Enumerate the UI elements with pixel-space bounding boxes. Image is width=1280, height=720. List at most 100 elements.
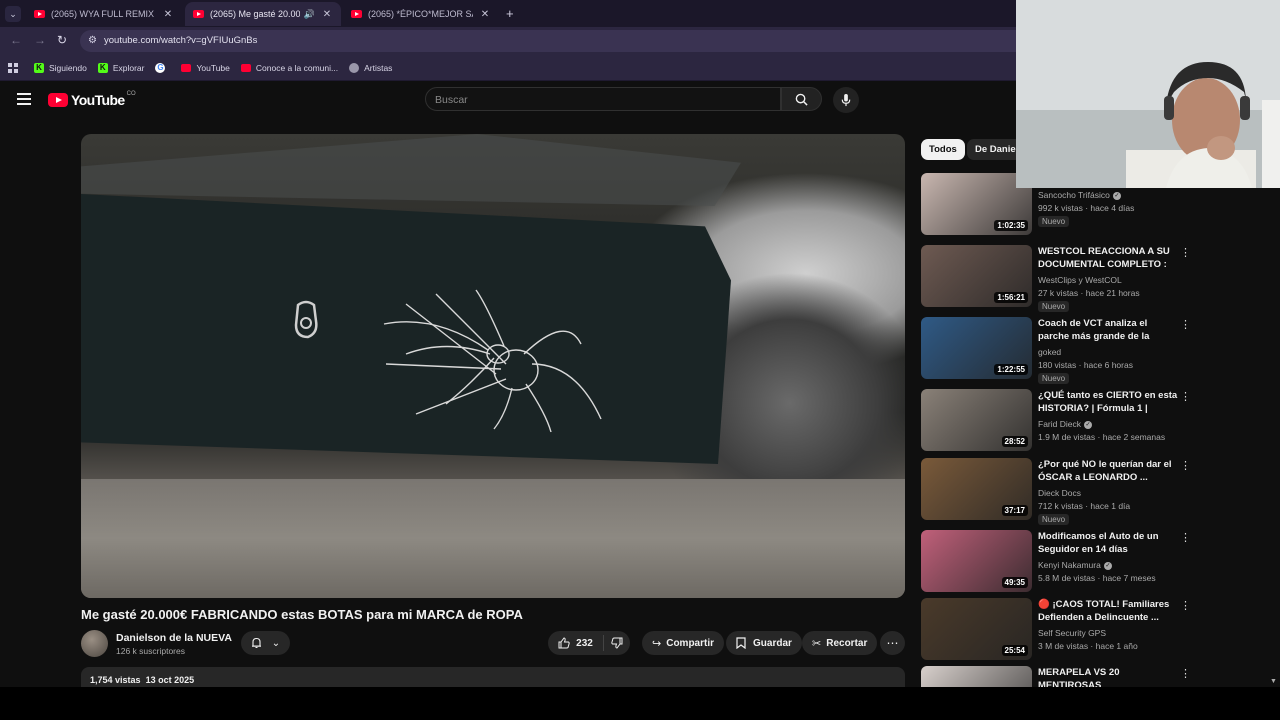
duration-badge: 25:54 <box>1001 645 1028 656</box>
google-icon: G <box>155 62 166 73</box>
scroll-down-arrow-icon[interactable]: ▼ <box>1270 678 1277 685</box>
related-video-item[interactable]: 1:56:21 WESTCOL REACCIONA A SU DOCUMENTAL… <box>921 245 1191 312</box>
share-button[interactable]: ↪ Compartir <box>642 631 725 655</box>
webcam-overlay <box>1016 0 1280 188</box>
more-vertical-icon[interactable]: ⋮ <box>1180 600 1191 612</box>
more-vertical-icon[interactable]: ⋮ <box>1180 391 1191 403</box>
related-video-title[interactable]: ¿Por qué NO le querían dar el ÓSCAR a LE… <box>1038 458 1178 484</box>
tab-wya-remix[interactable]: (2065) WYA FULL REMIX 😊🔵 I ✕ <box>26 2 182 26</box>
youtube-logo[interactable]: YouTube CO <box>48 91 136 108</box>
url-text: youtube.com/watch?v=gVFIUuGnBs <box>104 35 258 46</box>
new-badge: Nuevo <box>1038 373 1070 384</box>
forward-arrow-icon[interactable]: → <box>34 33 46 47</box>
like-button[interactable]: 232 <box>548 635 604 651</box>
bookmark-explorar[interactable]: K Explorar <box>97 62 144 73</box>
globe-icon <box>349 62 360 73</box>
address-bar[interactable]: ⚙ youtube.com/watch?v=gVFIUuGnBs <box>80 30 1016 52</box>
related-video-title[interactable]: Coach de VCT analiza el parche más grand… <box>1038 317 1178 343</box>
more-horizontal-icon: ⋯ <box>886 636 899 650</box>
new-tab-button[interactable]: + <box>506 6 514 21</box>
video-thumbnail[interactable] <box>921 666 1032 687</box>
related-video-item[interactable]: 37:17 ¿Por qué NO le querían dar el ÓSCAR… <box>921 458 1191 525</box>
tab-epico-salto[interactable]: (2065) *ÉPICO*MEJOR SALTO D ✕ <box>343 2 499 26</box>
new-badge: Nuevo <box>1038 301 1070 312</box>
related-video-channel[interactable]: Self Security GPS <box>1038 628 1106 638</box>
channel-name[interactable]: Danielson de la NUEVA <box>116 632 232 644</box>
video-thumbnail[interactable]: 37:17 <box>921 458 1032 520</box>
notifications-button[interactable]: ⌄ <box>241 631 290 655</box>
related-video-item[interactable]: 25:54 🔴 ¡CAOS TOTAL! Familiares Defienden… <box>921 598 1191 664</box>
bookmark-google[interactable]: G <box>155 62 170 73</box>
related-video-meta: 27 k vistas · hace 21 horas <box>1038 288 1140 298</box>
menu-icon[interactable] <box>17 93 31 105</box>
video-thumbnail[interactable]: 1:56:21 <box>921 245 1032 307</box>
more-vertical-icon[interactable]: ⋮ <box>1180 532 1191 544</box>
tab-title: (2065) Me gasté 20.000€ FA <box>210 9 300 19</box>
related-video-title[interactable]: 🔴 ¡CAOS TOTAL! Familiares Defienden a De… <box>1038 598 1178 624</box>
video-thumbnail[interactable]: 1:22:55 <box>921 317 1032 379</box>
browser-toolbar: ← → ↻ ⚙ youtube.com/watch?v=gVFIUuGnBs <box>0 27 1016 55</box>
speaker-icon[interactable]: 🔊 <box>304 9 315 20</box>
more-vertical-icon[interactable]: ⋮ <box>1180 460 1191 472</box>
search-input[interactable]: Buscar <box>425 87 781 111</box>
voice-search-button[interactable] <box>833 87 859 113</box>
chip-todos[interactable]: Todos <box>921 139 965 160</box>
related-video-meta: 3 M de vistas · hace 1 año <box>1038 641 1138 651</box>
video-thumbnail[interactable]: 49:35 <box>921 530 1032 592</box>
related-video-channel[interactable]: Sancocho Trifásico ✓ <box>1038 190 1121 200</box>
related-video-channel[interactable]: goked <box>1038 347 1061 357</box>
bookmark-youtube[interactable]: YouTube <box>181 63 230 73</box>
reload-icon[interactable]: ↻ <box>57 33 67 47</box>
video-thumbnail[interactable]: 25:54 <box>921 598 1032 660</box>
related-video-item[interactable]: 28:52 ¿QUÉ tanto es CIERTO en esta HISTOR… <box>921 389 1191 455</box>
clip-button[interactable]: ✂ Recortar <box>802 631 878 655</box>
bookmark-conoce-comunidad[interactable]: Conoce a la comuni... <box>240 63 338 73</box>
apps-grid-icon[interactable] <box>8 62 18 73</box>
duration-badge: 1:02:35 <box>994 220 1028 231</box>
youtube-icon <box>240 63 251 72</box>
screen: ⌄ (2065) WYA FULL REMIX 😊🔵 I ✕ (2065) Me… <box>0 0 1280 720</box>
youtube-play-icon <box>48 93 68 107</box>
related-video-title[interactable]: WESTCOL REACCIONA A SU DOCUMENTAL COMPLE… <box>1038 245 1178 271</box>
youtube-icon <box>181 63 192 72</box>
more-vertical-icon[interactable]: ⋮ <box>1180 247 1191 259</box>
close-tab-icon[interactable]: ✕ <box>162 9 174 20</box>
related-video-channel[interactable]: WestClips y WestCOL <box>1038 275 1122 285</box>
description-box[interactable]: 1,754 vistas 13 oct 2025 <box>81 667 905 687</box>
bookmark-siguiendo[interactable]: K Siguiendo <box>34 62 87 73</box>
related-video-channel[interactable]: Kenyi Nakamura ✓ <box>1038 560 1112 570</box>
video-thumbnail[interactable]: 28:52 <box>921 389 1032 451</box>
duration-badge: 1:22:55 <box>994 364 1028 375</box>
duration-badge: 28:52 <box>1001 436 1028 447</box>
glove-logo-icon <box>294 300 318 339</box>
more-vertical-icon[interactable]: ⋮ <box>1180 319 1191 331</box>
back-arrow-icon[interactable]: ← <box>10 33 22 47</box>
dislike-button[interactable] <box>604 637 630 649</box>
channel-avatar[interactable] <box>81 630 108 657</box>
new-badge: Nuevo <box>1038 216 1070 227</box>
save-button[interactable]: Guardar <box>726 631 802 655</box>
search-button[interactable] <box>781 87 822 111</box>
logo-wordmark: YouTube <box>71 92 125 108</box>
close-tab-icon[interactable]: ✕ <box>321 9 333 20</box>
related-video-title[interactable]: ¿QUÉ tanto es CIERTO en esta HISTORIA? |… <box>1038 389 1178 415</box>
channel-label: goked <box>1038 347 1062 357</box>
related-video-item[interactable]: 49:35 Modificamos el Auto de un Seguidor … <box>921 530 1191 596</box>
site-info-icon[interactable]: ⚙ <box>88 35 97 46</box>
chevron-down-icon: ⌄ <box>271 637 281 649</box>
tab-me-gaste[interactable]: (2065) Me gasté 20.000€ FA 🔊 ✕ <box>185 2 341 26</box>
bookmark-artistas[interactable]: Artistas <box>349 62 392 73</box>
close-tab-icon[interactable]: ✕ <box>479 9 491 20</box>
more-vertical-icon[interactable]: ⋮ <box>1180 668 1191 680</box>
related-video-meta: 5.8 M de vistas · hace 7 meses <box>1038 573 1156 583</box>
related-video-title[interactable]: Modificamos el Auto de un Seguidor en 14… <box>1038 530 1178 556</box>
related-video-channel[interactable]: Farid Dieck ✓ <box>1038 419 1092 429</box>
bookmarks-bar: K Siguiendo K Explorar G YouTube Conoce … <box>0 55 1016 81</box>
tab-search-button[interactable]: ⌄ <box>5 6 21 22</box>
more-actions-button[interactable]: ⋯ <box>880 631 905 655</box>
related-video-channel[interactable]: Dieck Docs <box>1038 488 1081 498</box>
video-player[interactable] <box>81 134 905 598</box>
related-video-item[interactable]: MERAPELA VS 20 MENTIROSAS ⋮ <box>921 666 1191 687</box>
related-video-title[interactable]: MERAPELA VS 20 MENTIROSAS <box>1038 666 1178 687</box>
related-video-item[interactable]: 1:22:55 Coach de VCT analiza el parche má… <box>921 317 1191 384</box>
